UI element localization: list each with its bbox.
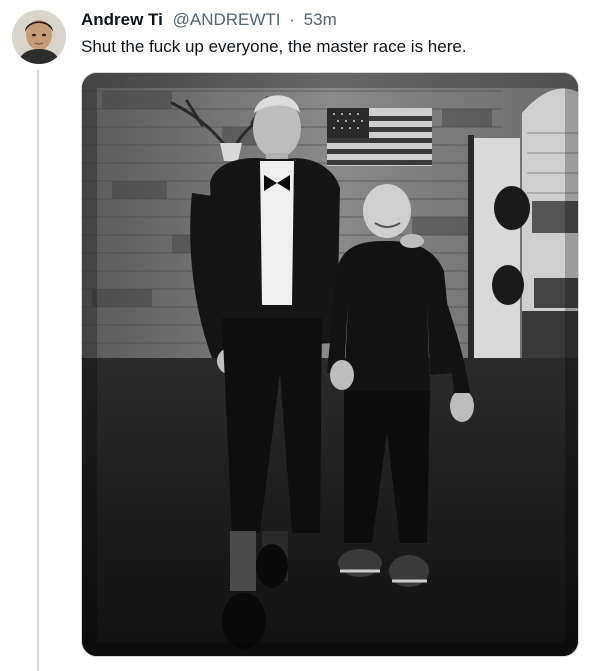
tweet-timestamp[interactable]: 53m (304, 10, 337, 29)
thread-line (37, 70, 39, 671)
avatar[interactable] (12, 10, 66, 64)
tweet-text: Shut the fuck up everyone, the master ra… (81, 37, 467, 56)
user-avatar-icon (12, 10, 66, 64)
author-handle[interactable]: @ANDREWTI (173, 10, 281, 29)
tweet-photo[interactable] (81, 72, 579, 657)
author-name[interactable]: Andrew Ti (81, 10, 163, 29)
photo-scene (82, 73, 578, 656)
tweet-header: Andrew Ti @ANDREWTI · 53m (81, 10, 337, 30)
separator-dot: · (289, 10, 295, 29)
